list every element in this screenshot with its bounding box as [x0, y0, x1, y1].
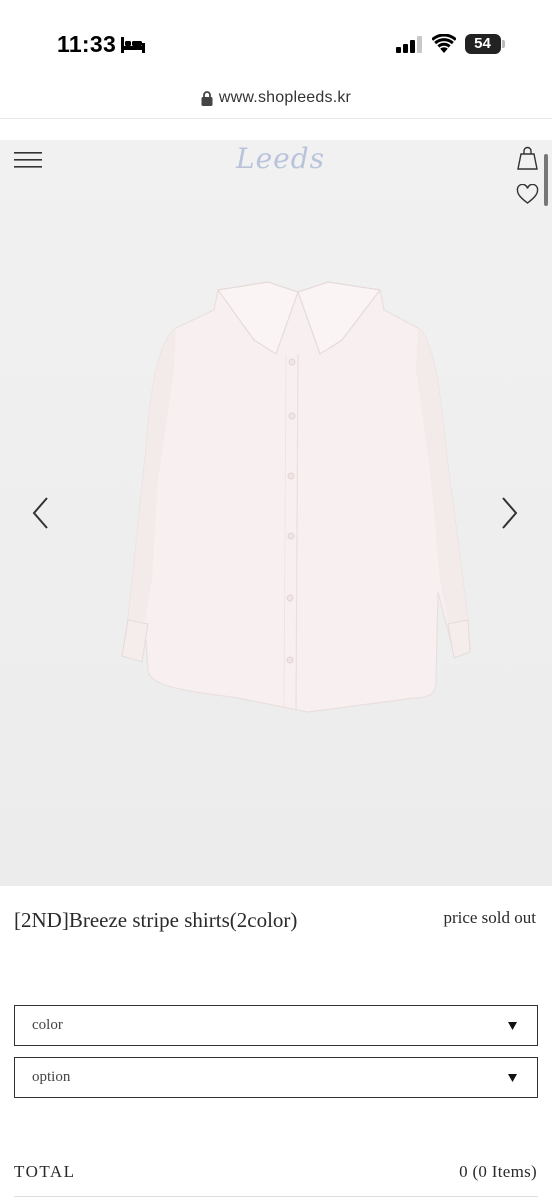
product-title: [2ND]Breeze stripe shirts(2color)	[14, 908, 298, 932]
battery-level: 54	[474, 35, 491, 52]
option-select-label: option	[32, 1069, 71, 1085]
heart-icon[interactable]	[516, 184, 539, 205]
caret-down-icon	[508, 1074, 517, 1082]
shopping-bag-icon[interactable]	[516, 146, 539, 170]
product-gallery[interactable]: Leeds	[0, 140, 552, 886]
color-select[interactable]: color	[14, 1005, 538, 1046]
chevron-left-icon[interactable]	[30, 496, 52, 530]
status-time: 11:33	[57, 31, 117, 57]
divider	[14, 1196, 538, 1197]
signal-icon	[396, 36, 422, 53]
lock-icon	[201, 90, 213, 106]
total-label: TOTAL	[14, 1162, 76, 1181]
url-bar[interactable]: www.shopleeds.kr	[0, 84, 552, 112]
caret-down-icon	[508, 1022, 517, 1030]
option-select[interactable]: option	[14, 1057, 538, 1098]
shirt-product-image	[121, 281, 471, 713]
battery-tip	[502, 40, 505, 48]
bed-icon	[121, 37, 145, 53]
menu-icon[interactable]	[14, 152, 42, 168]
divider	[0, 118, 552, 119]
color-select-label: color	[32, 1017, 63, 1033]
url-text: www.shopleeds.kr	[218, 89, 352, 106]
wifi-icon	[432, 34, 456, 53]
total-value: 0 (0 Items)	[459, 1162, 537, 1181]
status-bar: 11:33 54	[0, 0, 552, 88]
chevron-right-icon[interactable]	[498, 496, 520, 530]
site-logo[interactable]: Leeds	[236, 142, 324, 180]
price-status: price sold out	[443, 908, 536, 927]
scrollbar[interactable]	[544, 154, 548, 206]
